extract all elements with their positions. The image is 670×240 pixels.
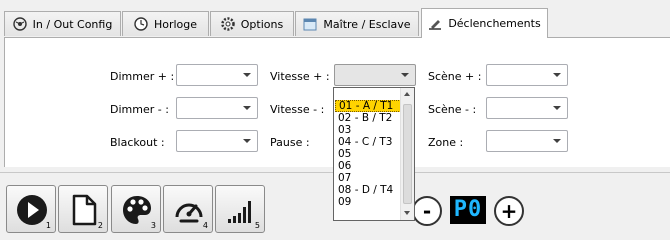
dropdown-option[interactable]: 07 (335, 172, 401, 184)
minus-icon: - (422, 199, 432, 223)
dropdown-option[interactable]: 04 - C / T3 (335, 136, 401, 148)
chevron-down-icon (243, 106, 251, 110)
tab-declenchements[interactable]: Déclenchements (421, 8, 548, 38)
scene-plus-label: Scène + : (428, 70, 482, 83)
shortcut-number: 1 (45, 221, 51, 230)
dimmer-minus-select[interactable] (176, 97, 258, 119)
speedometer-icon (175, 203, 203, 223)
chevron-down-icon (401, 73, 409, 77)
tab-horloge[interactable]: Horloge (122, 11, 209, 36)
dropdown-scrollbar[interactable] (400, 88, 414, 220)
dropdown-option[interactable]: 03 (335, 124, 401, 136)
vitesse-plus-label: Vitesse + : (270, 70, 330, 83)
calendar-icon (303, 18, 317, 31)
tab-options[interactable]: Options (210, 11, 294, 36)
zone-select[interactable] (486, 130, 568, 152)
pencil-ruler-icon (429, 19, 442, 30)
zone-label: Zone : (428, 136, 464, 149)
chevron-down-icon (553, 139, 561, 143)
shortcut-number: 2 (97, 221, 103, 230)
blackout-label: Blackout : (110, 136, 165, 149)
new-document-button[interactable]: 2 (58, 185, 108, 233)
tab-label: Déclenchements (448, 17, 541, 30)
chevron-down-icon (553, 106, 561, 110)
dropdown-option[interactable]: 05 (335, 148, 401, 160)
scroll-down-button[interactable] (401, 206, 414, 220)
arrow-up-icon (404, 92, 410, 96)
increment-button[interactable]: + (494, 196, 524, 226)
dropdown-option[interactable]: 02 - B / T2 (335, 112, 401, 124)
tab-bar: In / Out Config Horloge Options Maître /… (0, 0, 670, 38)
tab-label: Options (240, 17, 284, 31)
vitesse-plus-dropdown-list[interactable]: 01 - A / T1 02 - B / T2 03 04 - C / T3 0… (333, 87, 415, 221)
tab-label: In / Out Config (32, 17, 113, 31)
tab-label: Horloge (153, 17, 198, 31)
speedometer-button[interactable]: 4 (163, 185, 213, 233)
signal-level-button[interactable]: 5 (215, 185, 265, 233)
scene-minus-label: Scène - : (428, 103, 477, 116)
play-icon (17, 195, 47, 225)
dropdown-option[interactable]: 01 - A / T1 (335, 100, 401, 112)
scene-minus-select[interactable] (486, 97, 568, 119)
pause-label: Pause : (270, 136, 310, 149)
gear-icon (221, 17, 235, 31)
palette-button[interactable]: 3 (111, 185, 161, 233)
play-button[interactable]: 1 (6, 185, 56, 233)
dimmer-plus-label: Dimmer + : (110, 70, 175, 83)
tab-maitre-esclave[interactable]: Maître / Esclave (295, 11, 419, 36)
clock-icon (134, 17, 148, 31)
dropdown-option[interactable]: 06 (335, 160, 401, 172)
dropdown-option[interactable]: 08 - D / T4 (335, 184, 401, 196)
chevron-down-icon (553, 73, 561, 77)
scroll-thumb[interactable] (403, 104, 412, 204)
program-display: P0 (450, 196, 486, 224)
dimmer-plus-select[interactable] (176, 64, 258, 86)
arrow-down-icon (404, 211, 410, 215)
gauge-circle-icon (12, 17, 27, 31)
signal-bars-icon (228, 201, 251, 223)
dropdown-option[interactable]: 09 (335, 196, 401, 208)
tab-label: Maître / Esclave (323, 17, 411, 31)
vitesse-minus-label: Vitesse - : (270, 103, 325, 116)
vitesse-plus-select[interactable] (334, 64, 416, 86)
shortcut-number: 5 (254, 221, 260, 230)
scroll-up-button[interactable] (401, 88, 414, 102)
shortcut-number: 3 (150, 221, 156, 230)
shortcut-number: 4 (202, 221, 208, 230)
plus-icon: + (500, 199, 518, 223)
decrement-button[interactable]: - (412, 196, 442, 226)
chevron-down-icon (243, 139, 251, 143)
blackout-select[interactable] (176, 130, 258, 152)
chevron-down-icon (243, 73, 251, 77)
dimmer-minus-label: Dimmer - : (110, 103, 169, 116)
palette-icon (123, 196, 151, 224)
new-document-icon (72, 194, 97, 226)
tab-in-out-config[interactable]: In / Out Config (4, 11, 121, 36)
scene-plus-select[interactable] (486, 64, 568, 86)
